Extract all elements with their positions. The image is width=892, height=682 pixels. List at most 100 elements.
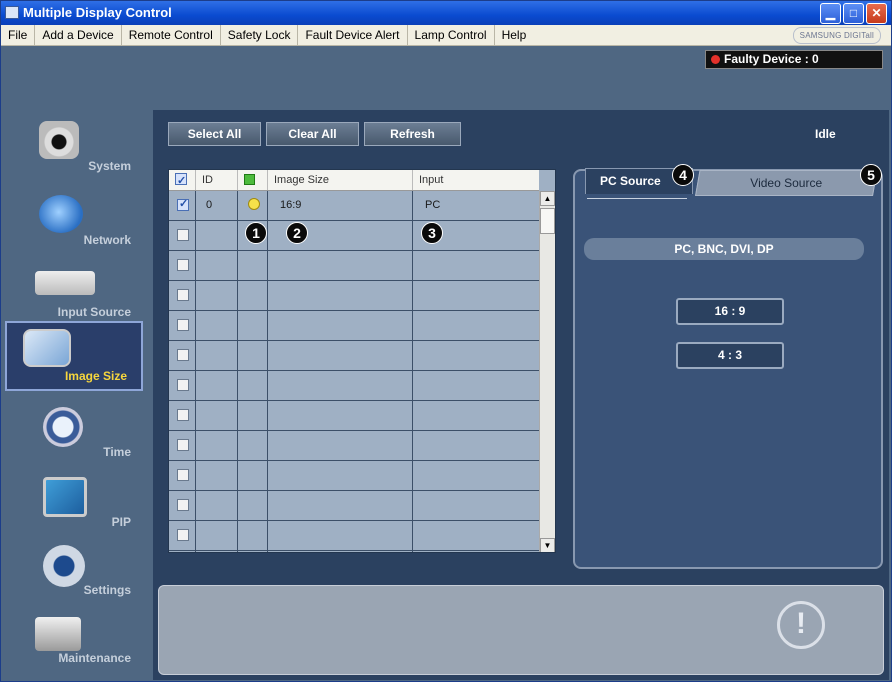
header-id[interactable]: ID — [196, 170, 238, 190]
row-checkbox[interactable] — [177, 229, 189, 241]
row-checkbox[interactable] — [177, 469, 189, 481]
row-image-size: 16:9 — [280, 199, 302, 211]
table-row[interactable] — [169, 521, 539, 551]
menu-help[interactable]: Help — [495, 25, 534, 45]
menu-add-device[interactable]: Add a Device — [35, 25, 122, 45]
table-row[interactable] — [169, 461, 539, 491]
sidebar-label-settings: Settings — [83, 583, 131, 597]
table-row[interactable] — [169, 401, 539, 431]
header-image-size[interactable]: Image Size — [268, 170, 413, 190]
row-checkbox[interactable] — [177, 289, 189, 301]
tab-video-source[interactable]: Video Source — [695, 170, 878, 196]
power-status-icon — [244, 174, 255, 185]
row-checkbox[interactable] — [177, 349, 189, 361]
scroll-up-button[interactable]: ▲ — [540, 191, 555, 206]
row-checkbox[interactable] — [177, 319, 189, 331]
sidebar-item-settings[interactable]: Settings — [5, 537, 145, 603]
source-list: PC, BNC, DVI, DP — [584, 238, 864, 260]
device-grid: ID Image Size Input 0 16:9 PC ▲ ▼ — [168, 169, 556, 553]
sidebar-label-system: System — [88, 159, 131, 173]
app-icon — [5, 6, 19, 19]
select-all-checkbox[interactable] — [175, 171, 187, 191]
tab-underline — [587, 198, 687, 199]
row-checkbox[interactable] — [177, 439, 189, 451]
scroll-thumb[interactable] — [540, 208, 555, 234]
table-row[interactable] — [169, 311, 539, 341]
close-button[interactable]: ✕ — [866, 3, 887, 24]
row-id: 0 — [206, 199, 213, 211]
row-checkbox[interactable] — [177, 197, 189, 211]
minimize-button[interactable]: ▁ — [820, 3, 841, 24]
sidebar-label-time: Time — [103, 445, 131, 459]
maintenance-icon — [35, 617, 81, 651]
callout-1: 1 — [245, 222, 267, 244]
table-row[interactable] — [169, 221, 539, 251]
row-checkbox[interactable] — [177, 259, 189, 271]
brand-logo: SAMSUNG DIGITall — [792, 27, 881, 44]
row-checkbox[interactable] — [177, 379, 189, 391]
input-source-icon — [35, 271, 95, 295]
header-input[interactable]: Input — [413, 170, 539, 190]
table-row[interactable] — [169, 281, 539, 311]
message-area — [158, 585, 884, 675]
table-row[interactable] — [169, 551, 539, 552]
sidebar-item-maintenance[interactable]: Maintenance — [5, 605, 145, 671]
image-size-icon — [23, 329, 71, 367]
scroll-down-button[interactable]: ▼ — [540, 538, 555, 552]
time-icon — [43, 407, 83, 447]
source-panel — [573, 169, 883, 569]
sidebar-item-pip[interactable]: PIP — [5, 469, 145, 535]
settings-icon — [43, 545, 85, 587]
header-status-cell[interactable] — [238, 170, 268, 190]
row-checkbox[interactable] — [177, 529, 189, 541]
table-row[interactable] — [169, 431, 539, 461]
grid-header: ID Image Size Input — [169, 170, 539, 191]
warning-icon: ! — [777, 601, 825, 649]
callout-3: 3 — [421, 222, 443, 244]
maximize-button[interactable]: □ — [843, 3, 864, 24]
sidebar-item-time[interactable]: Time — [5, 399, 145, 465]
status-dot-icon — [248, 198, 260, 210]
grid-scrollbar[interactable]: ▲ ▼ — [539, 191, 555, 552]
sidebar-item-network[interactable]: Network — [5, 187, 145, 253]
table-row[interactable] — [169, 491, 539, 521]
tab-pc-source-label: PC Source — [600, 174, 661, 188]
system-icon — [39, 121, 79, 159]
menu-safety-lock[interactable]: Safety Lock — [221, 25, 299, 45]
callout-5: 5 — [860, 164, 882, 186]
row-checkbox[interactable] — [177, 499, 189, 511]
app-window: Multiple Display Control ▁ □ ✕ File Add … — [0, 0, 892, 682]
header-checkbox-cell — [169, 170, 196, 191]
callout-4: 4 — [672, 164, 694, 186]
sidebar-label-pip: PIP — [111, 515, 131, 529]
table-row[interactable] — [169, 251, 539, 281]
window-title: Multiple Display Control — [23, 5, 172, 20]
table-row[interactable] — [169, 341, 539, 371]
menu-file[interactable]: File — [1, 25, 36, 45]
row-checkbox[interactable] — [177, 409, 189, 421]
menu-remote-control[interactable]: Remote Control — [122, 25, 221, 45]
title-bar: Multiple Display Control ▁ □ ✕ — [1, 1, 891, 25]
menu-bar: File Add a Device Remote Control Safety … — [1, 25, 891, 46]
sidebar-item-image-size[interactable]: Image Size — [5, 321, 143, 391]
select-all-button[interactable]: Select All — [168, 122, 261, 146]
table-row[interactable]: 0 16:9 PC — [169, 191, 539, 221]
menu-fault-device-alert[interactable]: Fault Device Alert — [298, 25, 408, 45]
table-row[interactable] — [169, 371, 539, 401]
sidebar-label-input-source: Input Source — [57, 305, 131, 319]
clear-all-button[interactable]: Clear All — [266, 122, 359, 146]
faulty-device-indicator: Faulty Device : 0 — [705, 50, 883, 69]
sidebar-item-system[interactable]: System — [5, 113, 145, 179]
size-4-3-button[interactable]: 4 : 3 — [676, 342, 784, 369]
faulty-device-text: Faulty Device : 0 — [724, 52, 819, 66]
size-16-9-button[interactable]: 16 : 9 — [676, 298, 784, 325]
menu-lamp-control[interactable]: Lamp Control — [408, 25, 495, 45]
tab-video-source-label: Video Source — [750, 176, 823, 190]
sidebar-label-maintenance: Maintenance — [58, 651, 131, 665]
network-icon — [39, 195, 83, 233]
fault-dot-icon — [711, 55, 720, 64]
sidebar-item-input-source[interactable]: Input Source — [5, 259, 145, 325]
callout-2: 2 — [286, 222, 308, 244]
refresh-button[interactable]: Refresh — [364, 122, 461, 146]
status-text: Idle — [815, 127, 836, 141]
